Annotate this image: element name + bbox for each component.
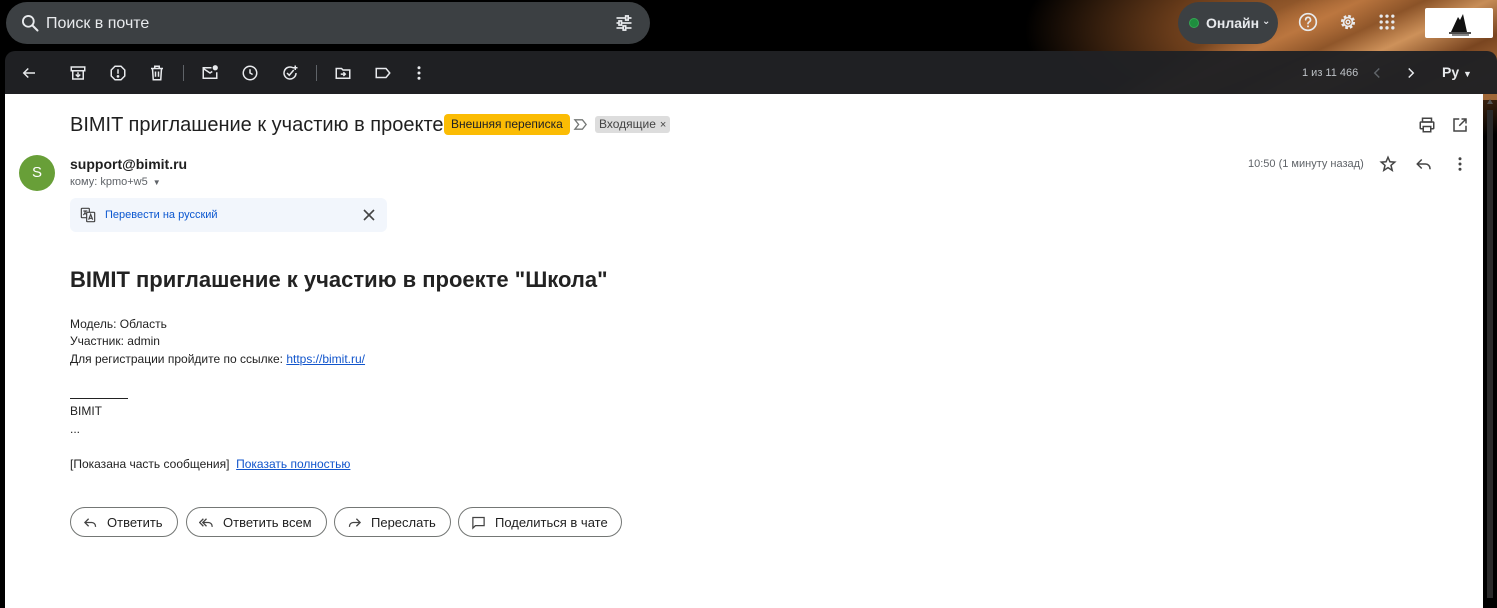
search-input[interactable] (44, 13, 588, 35)
add-task-icon[interactable] (281, 64, 299, 82)
trimmed-message-note: [Показана часть сообщения] Показать полн… (70, 457, 350, 471)
label-tag-icon[interactable] (374, 64, 392, 82)
search-options-icon[interactable] (614, 13, 634, 33)
reply-all-icon (199, 518, 213, 527)
help-icon[interactable] (1298, 12, 1318, 32)
search-bar[interactable] (6, 2, 650, 44)
email-timestamp: 10:50 (1 минуту назад) (1248, 158, 1364, 170)
message-toolbar: 1 из 11 466 Ру ▼ (5, 51, 1497, 94)
signature-divider (70, 398, 128, 399)
caret-down-icon: ▼ (1463, 69, 1472, 79)
translate-link[interactable]: Перевести на русский (105, 209, 218, 221)
snooze-clock-icon[interactable] (241, 64, 259, 82)
body-register-line: Для регистрации пройдите по ссылке: http… (70, 352, 365, 366)
move-to-folder-icon[interactable] (334, 64, 352, 82)
reply-icon (83, 518, 97, 527)
toolbar-divider (183, 65, 184, 81)
input-language-selector[interactable]: Ру ▼ (1442, 64, 1472, 80)
recipients-details-chevron-icon[interactable]: ▼ (153, 178, 161, 187)
status-label: Онлайн (1206, 15, 1260, 31)
reply-all-button-label: Ответить всем (223, 515, 312, 530)
reply-all-button[interactable]: Ответить всем (186, 507, 327, 537)
company-logo-icon (1449, 14, 1471, 36)
reply-button-label: Ответить (107, 515, 163, 530)
open-in-new-window-icon[interactable] (1451, 116, 1469, 134)
newer-chevron-left-icon[interactable] (1368, 64, 1386, 82)
forward-icon (348, 518, 362, 527)
older-chevron-right-icon[interactable] (1402, 64, 1420, 82)
message-counter: 1 из 11 466 (1302, 67, 1359, 79)
more-vertical-icon[interactable] (1451, 155, 1469, 173)
chat-bubble-icon (472, 516, 485, 530)
trimmed-note-text: [Показана часть сообщения] (70, 457, 230, 471)
close-icon[interactable] (363, 209, 375, 221)
inbox-label-badge: Входящие × (595, 116, 671, 133)
email-subject: BIMIT приглашение к участию в проекте (70, 114, 444, 136)
body-participant-line: Участник: admin (70, 334, 160, 348)
external-label-badge: Внешняя переписка (444, 114, 570, 135)
chevron-down-icon: ⌄ (1262, 16, 1271, 27)
sender-avatar[interactable]: S (19, 155, 55, 191)
sender-email[interactable]: support@bimit.ru (70, 156, 187, 172)
star-icon[interactable] (1379, 155, 1397, 173)
apps-grid-icon[interactable] (1377, 12, 1397, 32)
status-selector[interactable]: Онлайн ⌄ (1178, 2, 1278, 44)
report-spam-icon[interactable] (109, 64, 127, 82)
body-model-line: Модель: Область (70, 317, 167, 331)
forward-button-label: Переслать (371, 515, 436, 530)
settings-gear-icon[interactable] (1338, 12, 1358, 32)
signature-text: BIMIT (70, 404, 102, 418)
delete-trash-icon[interactable] (148, 64, 166, 82)
recipients-line[interactable]: кому: kpmo+w5 ▼ (70, 176, 161, 188)
reply-button[interactable]: Ответить (70, 507, 178, 537)
show-full-message-link[interactable]: Показать полностью (236, 457, 350, 471)
scrollbar[interactable] (1485, 96, 1495, 608)
recipients-text: кому: kpmo+w5 (70, 176, 148, 188)
remove-label-icon[interactable]: × (660, 119, 666, 131)
register-link[interactable]: https://bimit.ru/ (286, 352, 365, 366)
share-in-chat-button[interactable]: Поделиться в чате (458, 507, 622, 537)
search-icon[interactable] (20, 13, 40, 33)
translate-icon (80, 207, 96, 223)
account-logo[interactable] (1425, 8, 1493, 38)
inbox-label-text: Входящие (599, 117, 656, 131)
mark-unread-icon[interactable] (201, 64, 219, 82)
archive-icon[interactable] (69, 64, 87, 82)
email-view: BIMIT приглашение к участию в проекте Вн… (5, 94, 1483, 608)
forward-button[interactable]: Переслать (334, 507, 451, 537)
input-language-label: Ру (1442, 64, 1460, 80)
print-icon[interactable] (1418, 116, 1436, 134)
reply-icon[interactable] (1415, 155, 1433, 173)
importance-marker-icon[interactable] (573, 117, 588, 132)
toolbar-divider (316, 65, 317, 81)
status-dot-icon (1189, 18, 1199, 28)
email-body-heading: BIMIT приглашение к участию в проекте "Ш… (70, 267, 608, 292)
more-vertical-icon[interactable] (410, 64, 428, 82)
signature-ellipsis: ... (70, 422, 81, 436)
back-arrow-icon[interactable] (20, 64, 38, 82)
translate-banner: Перевести на русский (70, 198, 387, 232)
register-prefix-text: Для регистрации пройдите по ссылке: (70, 352, 287, 366)
share-in-chat-button-label: Поделиться в чате (495, 515, 608, 530)
